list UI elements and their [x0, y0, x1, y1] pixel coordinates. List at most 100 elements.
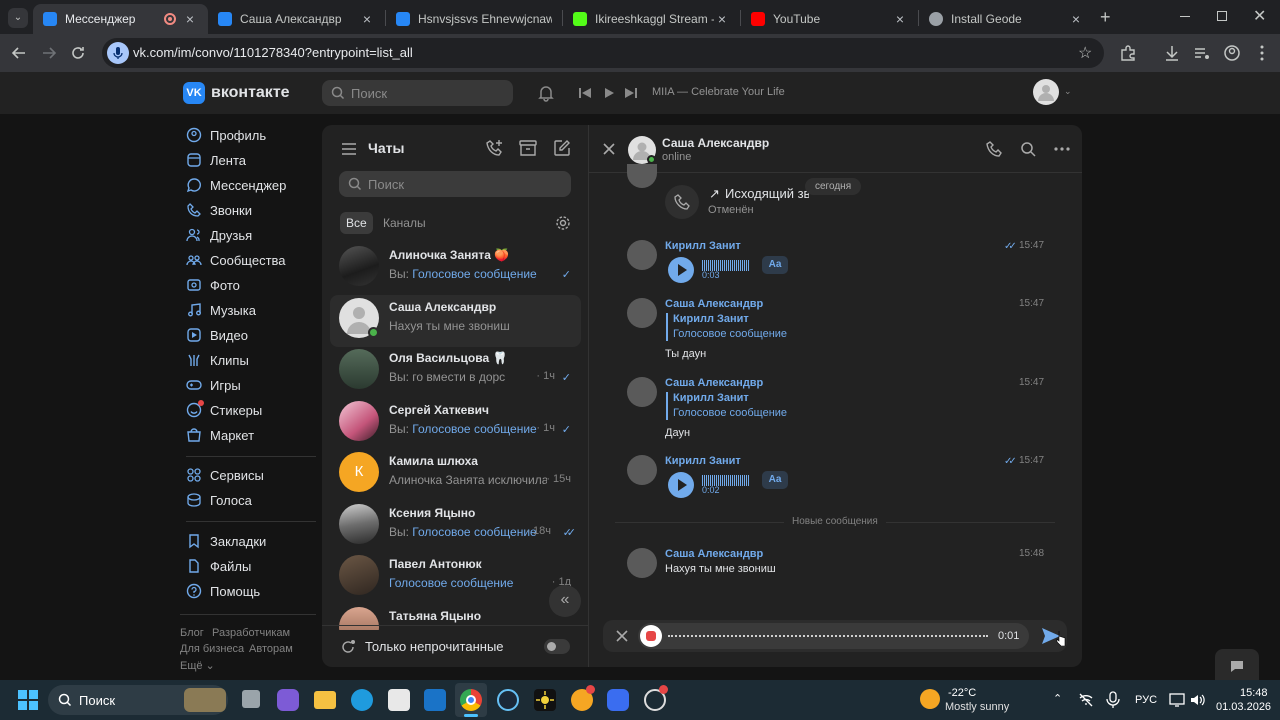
microphone-icon[interactable]	[1106, 691, 1120, 709]
new-tab-icon[interactable]: +	[1100, 7, 1111, 28]
clock-time[interactable]: 15:48	[1240, 687, 1268, 699]
chat-list-item[interactable]: Павел Антонюк Голосовое сообщение · 1д	[330, 552, 581, 604]
msg-avatar[interactable]	[627, 298, 657, 328]
footer-link-business[interactable]: Для бизнеса	[180, 643, 244, 655]
filter-all-tab[interactable]: Все	[340, 212, 373, 234]
clock-date[interactable]: 01.03.2026	[1216, 701, 1271, 713]
floating-chat-icon[interactable]	[1215, 649, 1259, 680]
extensions-icon[interactable]	[1118, 43, 1138, 63]
chat-list-item[interactable]: Алиночка Занята 🍑 Вы: Голосовое сообщение…	[330, 243, 581, 295]
tab-messenger[interactable]: Мессенджер ×	[33, 4, 208, 34]
close-tab-icon[interactable]: ×	[1068, 11, 1084, 27]
menu-item-messenger[interactable]: Мессенджер	[186, 175, 286, 195]
conversation-contact-name[interactable]: Саша Александвр	[662, 136, 769, 150]
reply-author[interactable]: Кирилл Занит	[673, 392, 749, 404]
menu-item-help[interactable]: Помощь	[186, 581, 260, 601]
tab-youtube[interactable]: YouTube ×	[741, 4, 918, 34]
footer-link-authors[interactable]: Авторам	[249, 643, 293, 655]
profile-account-icon[interactable]	[1222, 43, 1242, 63]
menu-item-market[interactable]: Маркет	[186, 425, 254, 445]
app-blue-icon[interactable]	[607, 689, 629, 711]
chat-list-item[interactable]: К Камила шлюха Алиночка Занята исключила .…	[330, 449, 581, 501]
menu-item-clips[interactable]: Клипы	[186, 350, 249, 370]
cancel-recording-icon[interactable]	[615, 629, 629, 643]
filter-channels-tab[interactable]: Каналы	[383, 216, 426, 230]
previous-track-icon[interactable]	[578, 86, 592, 100]
call-phone-icon[interactable]	[986, 140, 1004, 158]
menu-item-feed[interactable]: Лента	[186, 150, 246, 170]
message-author[interactable]: Саша Александвр	[665, 377, 763, 389]
task-view-icon[interactable]	[242, 690, 260, 708]
msg-avatar[interactable]	[627, 455, 657, 485]
menu-item-votes[interactable]: Голоса	[186, 490, 252, 510]
stop-recording-button[interactable]	[640, 625, 662, 647]
minimize-window-icon[interactable]	[1180, 16, 1190, 17]
menu-item-games[interactable]: Игры	[186, 375, 241, 395]
footer-link-more[interactable]: Ещё ⌄	[180, 659, 215, 672]
play-voice-button[interactable]	[668, 257, 694, 283]
transcribe-button[interactable]: Aa	[762, 471, 788, 489]
chat-list-item[interactable]: Ксения Яцыно Вы: Голосовое сообщение · 18ч…	[330, 501, 581, 553]
play-track-icon[interactable]	[602, 86, 616, 100]
collapse-panel-button[interactable]: «	[549, 585, 581, 617]
chat-list-item[interactable]: Оля Васильцова 🦷 Вы: го вмести в дорс · 1ч…	[330, 346, 581, 398]
menu-item-profile[interactable]: Профиль	[186, 125, 266, 145]
footer-link-blog[interactable]: Блог	[180, 627, 204, 639]
copilot-icon[interactable]	[277, 689, 299, 711]
chrome-active-icon[interactable]	[455, 683, 487, 717]
tab-geode[interactable]: Install Geode ×	[919, 4, 1094, 34]
steam-icon[interactable]	[497, 689, 519, 711]
weather-sun-icon[interactable]	[920, 689, 940, 709]
file-explorer-icon[interactable]	[314, 691, 336, 709]
close-conversation-icon[interactable]	[602, 142, 616, 156]
menu-item-video[interactable]: Видео	[186, 325, 248, 345]
next-track-icon[interactable]	[624, 86, 638, 100]
tab-search-button[interactable]: ⌄	[8, 8, 28, 28]
chevron-down-icon[interactable]: ⌄	[1064, 86, 1072, 97]
reply-text[interactable]: Голосовое сообщение	[673, 328, 787, 340]
forward-arrow-icon[interactable]	[39, 43, 59, 63]
play-voice-button[interactable]	[668, 472, 694, 498]
browser-menu-icon[interactable]	[1252, 43, 1272, 63]
message-author[interactable]: Кирилл Занит	[665, 455, 741, 467]
archive-icon[interactable]	[519, 140, 537, 156]
compose-message-icon[interactable]	[553, 139, 571, 157]
vk-logo[interactable]: VK вконтакте	[183, 82, 290, 104]
more-options-icon[interactable]	[1054, 147, 1070, 151]
contact-avatar[interactable]	[628, 136, 656, 164]
call-icon-circle[interactable]	[665, 185, 699, 219]
close-tab-icon[interactable]: ×	[359, 11, 375, 27]
transcribe-button[interactable]: Aa	[762, 256, 788, 274]
bookmark-star-icon[interactable]: ☆	[1078, 43, 1092, 63]
tab-kick-stream[interactable]: Ikireeshkaggl Stream - Wat ×	[563, 4, 740, 34]
player-track-title[interactable]: MIIA — Celebrate Your Life	[652, 86, 785, 98]
store-icon[interactable]	[388, 689, 410, 711]
msg-avatar[interactable]	[627, 240, 657, 270]
chat-settings-gear-icon[interactable]	[555, 215, 571, 231]
close-window-icon[interactable]: ✕	[1253, 6, 1266, 26]
unread-filter-row[interactable]: Только непрочитанные	[322, 625, 588, 667]
restore-window-icon[interactable]	[1217, 11, 1227, 21]
address-bar[interactable]: vk.com/im/convo/1101278340?entrypoint=li…	[102, 38, 1104, 68]
volume-icon[interactable]	[1189, 692, 1205, 708]
site-mic-permission-icon[interactable]	[107, 42, 129, 64]
app-circle-icon[interactable]	[644, 685, 668, 711]
menu-item-files[interactable]: Файлы	[186, 556, 251, 576]
notifications-bell-icon[interactable]	[537, 84, 555, 102]
new-call-icon[interactable]	[486, 139, 504, 157]
hamburger-menu-icon[interactable]	[341, 142, 357, 156]
outlook-icon[interactable]	[424, 689, 446, 711]
windows-start-icon[interactable]	[18, 690, 38, 710]
user-avatar[interactable]	[1033, 79, 1059, 105]
input-language[interactable]: РУС	[1135, 694, 1157, 706]
reload-icon[interactable]	[68, 43, 88, 63]
chat-list-item[interactable]: Сергей Хаткевич Вы: Голосовое сообщение · …	[330, 398, 581, 450]
menu-item-bookmarks[interactable]: Закладки	[186, 531, 266, 551]
tab-hsnvsjssvs[interactable]: Hsnvsjssvs Ehnevwjcnawgv	[386, 4, 562, 34]
menu-item-friends[interactable]: Друзья	[186, 225, 252, 245]
message-author[interactable]: Саша Александвр	[665, 298, 763, 310]
discord-like-icon[interactable]	[571, 685, 595, 711]
display-icon[interactable]	[1169, 692, 1185, 708]
reply-text[interactable]: Голосовое сообщение	[673, 407, 787, 419]
vk-search-input[interactable]: Поиск	[322, 80, 513, 106]
